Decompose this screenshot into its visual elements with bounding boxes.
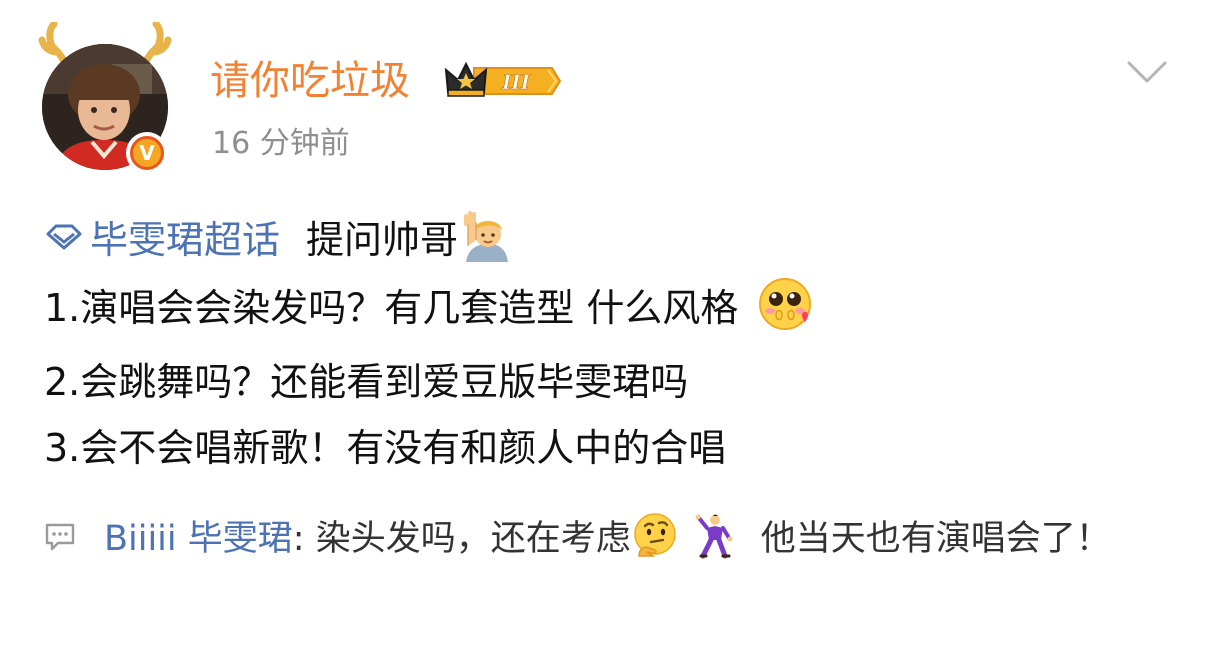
comment-separator: :	[292, 519, 316, 559]
diamond-topic-icon	[46, 224, 82, 250]
pleading-face-emoji-icon	[759, 278, 812, 330]
post-content-line-1: 1.演唱会会染发吗？有几套造型 什么风格	[44, 276, 814, 332]
username[interactable]: 请你吃垃圾	[210, 56, 410, 106]
comment-author[interactable]: Biiiii 毕雯珺	[104, 519, 293, 559]
post-content-line-2: 2.会跳舞吗？还能看到爱豆版毕雯珺吗	[44, 359, 689, 404]
comment-preview[interactable]: Biiiii 毕雯珺: 染头发吗，还在考虑 他当天也有演唱会了！	[104, 506, 1164, 572]
verified-badge: V	[126, 132, 168, 174]
chevron-down-icon[interactable]	[1126, 58, 1168, 88]
vip-level-text: III	[501, 70, 531, 94]
post-timestamp: 16 分钟前	[212, 126, 350, 161]
verified-icon: V	[130, 136, 164, 170]
weibo-post: V 请你吃垃圾 III 16 分钟前 毕雯珺超话 提问帅哥 1.演唱会会染发吗？…	[0, 0, 1206, 655]
avatar[interactable]: V	[38, 22, 178, 178]
comment-bubble-icon	[45, 523, 75, 551]
comment-text-part-1: 染头发吗，还在考虑	[315, 519, 631, 559]
thinking-face-emoji-icon	[633, 513, 676, 557]
topic-text: 提问帅哥	[306, 217, 459, 262]
topic-line: 毕雯珺超话 提问帅哥	[44, 208, 512, 264]
post-content-line-3: 3.会不会唱新歌！有没有和颜人中的合唱	[44, 425, 727, 470]
man-dancing-emoji-icon	[695, 514, 733, 559]
person-raising-hand-emoji-icon	[464, 211, 509, 262]
topic-link[interactable]: 毕雯珺超话	[90, 209, 280, 264]
vip-crown-badge-icon[interactable]: III	[444, 60, 562, 102]
comment-text-part-2: 他当天也有演唱会了！	[760, 519, 1111, 559]
